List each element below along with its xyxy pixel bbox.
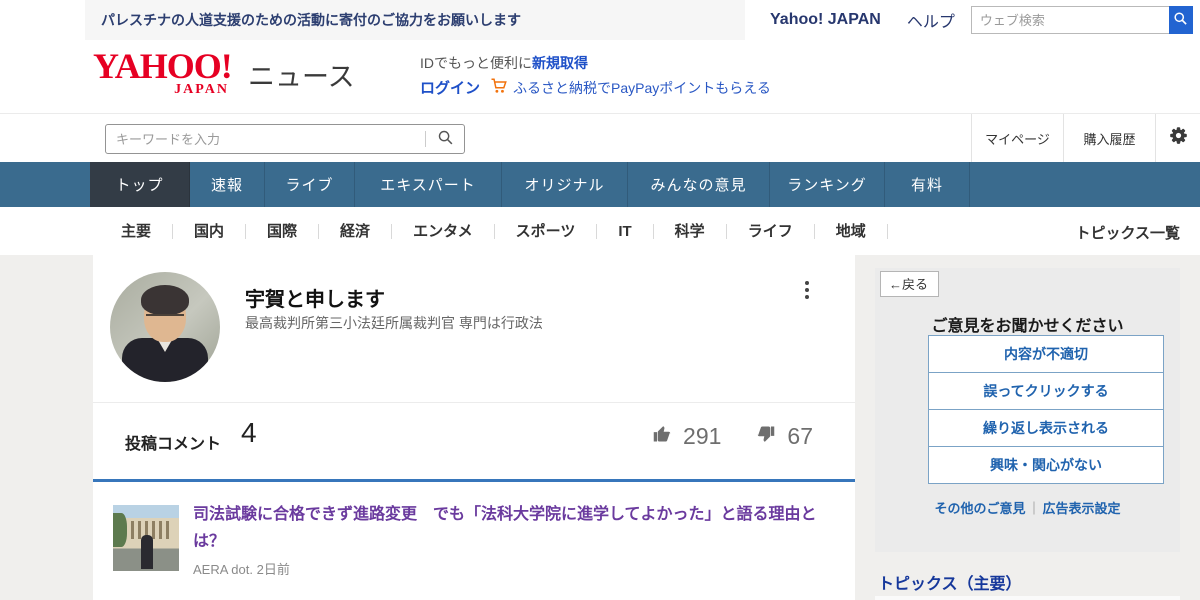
article-title-link[interactable]: 司法試験に合格できず進路変更 でも「法科大学院に進学してよかった」と語る理由とは… <box>193 501 838 555</box>
help-link[interactable]: ヘルプ <box>907 8 955 32</box>
category-keizai[interactable]: 経済 <box>319 224 392 239</box>
category-it[interactable]: IT <box>597 224 653 239</box>
reaction-stats: 291 67 <box>651 423 813 450</box>
thumbs-up-icon <box>651 423 673 450</box>
nav-tab-top[interactable]: トップ <box>90 162 190 207</box>
category-kokusai[interactable]: 国際 <box>246 224 319 239</box>
search-icon <box>1173 11 1188 29</box>
feedback-title: ご意見をお聞かせください <box>875 312 1180 336</box>
feedback-options: 内容が不適切 誤ってクリックする 繰り返し表示される 興味・関心がない <box>928 336 1164 484</box>
link-separator: ｜ <box>1027 501 1040 516</box>
nav-tab-sokuho[interactable]: 速報 <box>190 162 265 207</box>
article-source: AERA dot. 2日前 <box>193 559 290 578</box>
login-link[interactable]: ログイン <box>420 77 480 98</box>
id-promo-block: IDでもっと便利に 新規取得 ログイン ふるさと納税でPayPayポイントもらえ… <box>420 50 771 100</box>
commenter-profile-card: 宇賀と申します 最高裁判所第三小法廷所属裁判官 専門は行政法 投稿コメント 4 … <box>93 255 855 600</box>
search-row: マイページ 購入履歴 <box>0 113 1200 162</box>
feedback-option-not-interested[interactable]: 興味・関心がない <box>928 446 1164 484</box>
comment-count-label: 投稿コメント <box>125 430 221 454</box>
blue-divider <box>93 479 855 482</box>
nav-tab-opinion[interactable]: みんなの意見 <box>628 162 770 207</box>
avatar <box>110 272 220 382</box>
purchase-history-link[interactable]: 購入履歴 <box>1063 114 1155 162</box>
comment-count-value: 4 <box>241 417 257 449</box>
divider <box>93 402 855 403</box>
gear-icon <box>1168 125 1189 151</box>
feedback-option-inappropriate[interactable]: 内容が不適切 <box>928 335 1164 373</box>
nav-tab-live[interactable]: ライブ <box>265 162 355 207</box>
topics-list-link[interactable]: トピックス一覧 <box>1075 222 1180 243</box>
back-arrow-icon: ← <box>889 277 902 292</box>
other-feedback-link[interactable]: その他のご意見 <box>934 501 1025 516</box>
main-nav: トップ 速報 ライブ エキスパート オリジナル みんなの意見 ランキング 有料 <box>0 162 1200 207</box>
back-label: 戻る <box>902 277 928 292</box>
donation-notice-link[interactable]: パレスチナの人道支援のための活動に寄付のご協力をお願いします <box>85 0 745 40</box>
nav-tab-original[interactable]: オリジナル <box>502 162 628 207</box>
service-name-news[interactable]: ニュース <box>248 55 355 94</box>
settings-button[interactable] <box>1155 114 1200 162</box>
nav-tab-paid[interactable]: 有料 <box>885 162 970 207</box>
feedback-option-misclick[interactable]: 誤ってクリックする <box>928 372 1164 410</box>
search-icon <box>437 129 454 149</box>
category-sports[interactable]: スポーツ <box>495 224 598 239</box>
account-links: マイページ 購入履歴 <box>971 114 1200 162</box>
keyword-search-input[interactable] <box>106 132 425 147</box>
keyword-search-box <box>105 124 465 154</box>
cart-icon <box>490 77 508 98</box>
profile-description: 最高裁判所第三小法廷所属裁判官 専門は行政法 <box>245 313 543 333</box>
paypay-promo-link[interactable]: ふるさと納税でPayPayポイントもらえる <box>513 78 771 98</box>
thumbs-down-icon <box>755 423 777 450</box>
nav-tab-expert[interactable]: エキスパート <box>355 162 502 207</box>
category-kagaku[interactable]: 科学 <box>654 224 727 239</box>
web-search <box>971 6 1193 34</box>
category-kokunai[interactable]: 国内 <box>173 224 246 239</box>
category-shuyo[interactable]: 主要 <box>100 224 173 239</box>
dislikes-count: 67 <box>787 423 813 450</box>
yahoo-logo[interactable]: YAHOO! JAPAN <box>93 49 243 96</box>
category-entame[interactable]: エンタメ <box>392 224 495 239</box>
feedback-option-repeated[interactable]: 繰り返し表示される <box>928 409 1164 447</box>
article-thumbnail[interactable] <box>113 505 179 571</box>
top-bar: パレスチナの人道支援のための活動に寄付のご協力をお願いします Yahoo! JA… <box>0 0 1200 40</box>
category-life[interactable]: ライフ <box>727 224 815 239</box>
topics-main-heading[interactable]: トピックス（主要） <box>878 570 1022 594</box>
id-promo-prefix: IDでもっと便利に <box>420 53 532 73</box>
content-area: 宇賀と申します 最高裁判所第三小法廷所属裁判官 専門は行政法 投稿コメント 4 … <box>0 255 1200 600</box>
yahoo-japan-link[interactable]: Yahoo! JAPAN <box>770 11 881 29</box>
web-search-input[interactable] <box>971 6 1169 34</box>
header: YAHOO! JAPAN ニュース IDでもっと便利に 新規取得 ログイン ふる… <box>0 40 1200 113</box>
top-bar-right: Yahoo! JAPAN ヘルプ <box>770 0 1200 40</box>
category-nav: 主要 国内 国際 経済 エンタメ スポーツ IT 科学 ライフ 地域 トピックス… <box>0 207 1200 255</box>
topics-card-edge <box>875 596 1180 600</box>
web-search-button[interactable] <box>1169 6 1193 34</box>
category-chiiki[interactable]: 地域 <box>815 224 888 239</box>
kebab-menu-button[interactable] <box>801 277 813 303</box>
yahoo-logo-text: YAHOO! <box>93 49 243 83</box>
ad-settings-link[interactable]: 広告表示設定 <box>1043 501 1121 516</box>
feedback-footer-links: その他のご意見｜広告表示設定 <box>875 498 1180 517</box>
ad-feedback-panel: ←戻る ご意見をお聞かせください 内容が不適切 誤ってクリックする 繰り返し表示… <box>875 268 1180 552</box>
id-signup-link[interactable]: 新規取得 <box>532 53 588 73</box>
likes-count: 291 <box>683 423 721 450</box>
mypage-link[interactable]: マイページ <box>971 114 1063 162</box>
back-button[interactable]: ←戻る <box>880 271 939 297</box>
profile-name: 宇賀と申します <box>245 283 385 312</box>
nav-tab-ranking[interactable]: ランキング <box>770 162 885 207</box>
keyword-search-button[interactable] <box>426 125 464 153</box>
